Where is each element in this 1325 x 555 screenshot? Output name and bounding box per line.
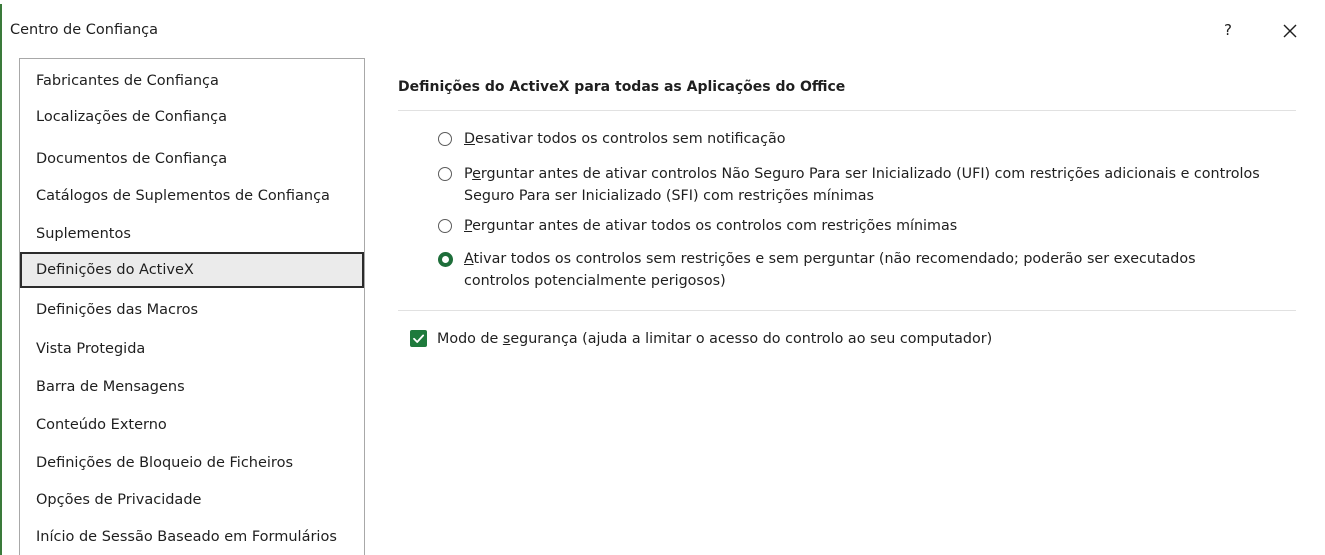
close-icon xyxy=(1283,24,1297,38)
sidebar-nav: Fabricantes de Confiança Localizações de… xyxy=(19,58,365,555)
close-button[interactable] xyxy=(1276,17,1304,45)
sidebar-item-addins[interactable]: Suplementos xyxy=(20,216,364,252)
option-label-line2: Seguro Para ser Inicializado (SFI) com r… xyxy=(464,188,874,204)
radio-button[interactable] xyxy=(438,167,452,181)
option-label-line2: controlos potencialmente perigosos) xyxy=(464,273,726,289)
option-label: Perguntar antes de ativar todos os contr… xyxy=(464,218,958,234)
sidebar-item-protected-view[interactable]: Vista Protegida xyxy=(20,331,364,367)
safe-mode-label: Modo de segurança (ajuda a limitar o ace… xyxy=(437,331,993,347)
radio-button[interactable] xyxy=(438,132,452,146)
sidebar-item-form-based-sign-in[interactable]: Início de Sessão Baseado em Formulários xyxy=(20,519,364,555)
dialog-title: Centro de Confiança xyxy=(10,22,159,38)
sidebar-item-message-bar[interactable]: Barra de Mensagens xyxy=(20,369,364,405)
option-label: Ativar todos os controlos sem restrições… xyxy=(464,251,1196,267)
sidebar-item-trusted-locations[interactable]: Localizações de Confiança xyxy=(20,99,364,135)
window-edge xyxy=(0,4,2,555)
section-title: Definições do ActiveX para todas as Apli… xyxy=(398,79,846,95)
sidebar-item-file-block-settings[interactable]: Definições de Bloqueio de Ficheiros xyxy=(20,445,364,481)
option-label: Perguntar antes de ativar controlos Não … xyxy=(464,166,1260,182)
sidebar-item-privacy-options[interactable]: Opções de Privacidade xyxy=(20,482,364,518)
section-divider xyxy=(398,110,1296,111)
sidebar-item-external-content[interactable]: Conteúdo Externo xyxy=(20,407,364,443)
help-button[interactable]: ? xyxy=(1218,18,1238,42)
radio-button-selected[interactable] xyxy=(438,252,453,267)
trust-center-dialog: Centro de Confiança ? Fabricantes de Con… xyxy=(0,0,1325,555)
sidebar-item-trusted-publishers[interactable]: Fabricantes de Confiança xyxy=(20,63,364,99)
sidebar-item-trusted-addin-catalogs[interactable]: Catálogos de Suplementos de Confiança xyxy=(20,178,364,214)
option-label: Desativar todos os controlos sem notific… xyxy=(464,131,786,147)
sidebar-item-trusted-documents[interactable]: Documentos de Confiança xyxy=(20,141,364,177)
sidebar-item-macro-settings[interactable]: Definições das Macros xyxy=(20,292,364,328)
sidebar-item-activex-settings[interactable]: Definições do ActiveX xyxy=(20,252,364,288)
checkmark-icon xyxy=(413,334,425,343)
options-divider xyxy=(398,310,1296,311)
radio-button[interactable] xyxy=(438,219,452,233)
safe-mode-checkbox[interactable] xyxy=(410,330,427,347)
